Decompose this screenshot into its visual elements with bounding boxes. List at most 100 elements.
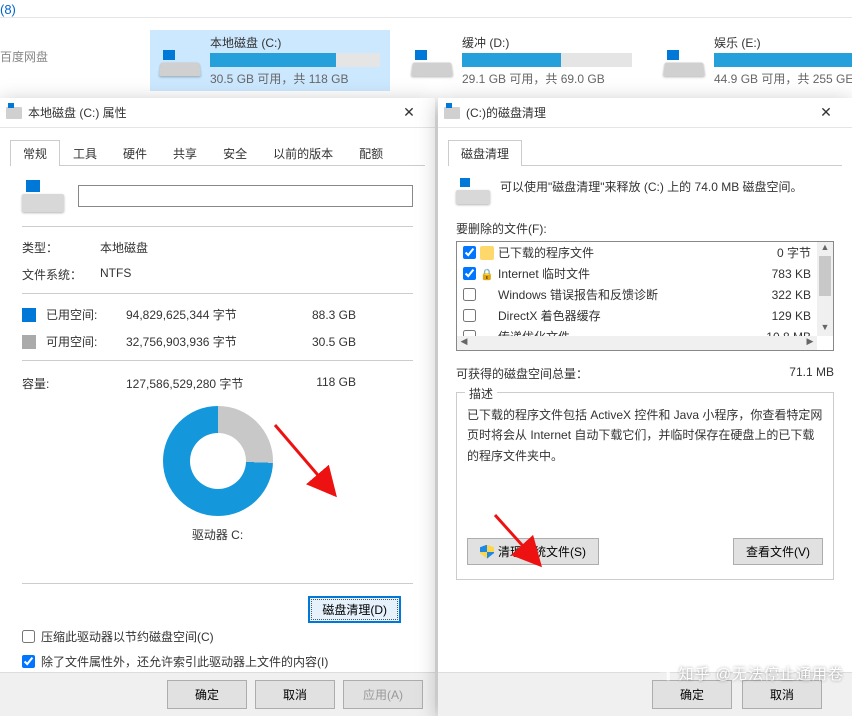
scroll-up-icon[interactable]: ▲	[817, 242, 833, 256]
cleanup-system-files-label: 清理系统文件(S)	[498, 543, 586, 560]
disk-cleanup-dialog: (C:)的磁盘清理 ✕ 磁盘清理 可以使用"磁盘清理"来释放 (C:) 上的 7…	[438, 98, 852, 716]
value-filesystem: NTFS	[100, 266, 131, 283]
scrollbar-vertical[interactable]: ▲ ▼	[817, 242, 833, 336]
dialog-title: (C:)的磁盘清理	[466, 104, 806, 121]
drive-big-icon	[456, 178, 490, 204]
tab-5[interactable]: 以前的版本	[260, 140, 346, 166]
drive-icon	[412, 46, 452, 76]
blank-icon	[480, 309, 494, 323]
ok-button[interactable]: 确定	[652, 680, 732, 709]
file-size: 0 字节	[777, 244, 811, 261]
cancel-button[interactable]: 取消	[255, 680, 335, 709]
file-size: 322 KB	[772, 288, 811, 302]
close-button[interactable]: ✕	[806, 104, 846, 121]
scroll-thumb[interactable]	[819, 256, 831, 296]
lock-icon	[480, 267, 494, 281]
volume-name-input[interactable]	[78, 185, 413, 207]
drive-icon	[6, 107, 22, 119]
file-list-item[interactable]: Internet 临时文件 783 KB	[457, 263, 817, 284]
label-filesystem: 文件系统：	[22, 266, 100, 283]
file-name: 传递优化文件	[498, 328, 762, 336]
close-button[interactable]: ✕	[389, 104, 429, 121]
cancel-button[interactable]: 取消	[742, 680, 822, 709]
drive-item[interactable]: 娱乐 (E:) 44.9 GB 可用，共 255 GE	[654, 30, 852, 91]
tab-6[interactable]: 配额	[346, 140, 396, 166]
capacity-bytes: 127,586,529,280 字节	[126, 375, 286, 392]
index-label: 除了文件属性外，还允许索引此驱动器上文件的内容(I)	[41, 653, 328, 670]
disk-cleanup-button[interactable]: 磁盘清理(D)	[308, 596, 401, 623]
divider	[22, 360, 413, 361]
drive-icon	[664, 46, 704, 76]
file-size: 783 KB	[772, 267, 811, 281]
dialog-title: 本地磁盘 (C:) 属性	[28, 104, 389, 121]
tab-cleanup[interactable]: 磁盘清理	[448, 140, 522, 166]
cleanup-intro-text: 可以使用"磁盘清理"来释放 (C:) 上的 74.0 MB 磁盘空间。	[500, 178, 803, 204]
drive-name: 缓冲 (D:)	[462, 34, 632, 51]
index-checkbox[interactable]	[22, 655, 35, 668]
label-free: 可用空间:	[46, 333, 126, 350]
gain-label: 可获得的磁盘空间总量：	[456, 365, 789, 382]
files-to-delete-label: 要删除的文件(F):	[456, 220, 834, 237]
scroll-left-icon[interactable]: ◀	[457, 336, 471, 347]
description-text: 已下载的程序文件包括 ActiveX 控件和 Java 小程序，你查看特定网页时…	[467, 405, 823, 466]
index-checkbox-row[interactable]: 除了文件属性外，还允许索引此驱动器上文件的内容(I)	[22, 653, 413, 670]
used-bytes: 94,829,625,344 字节	[126, 306, 286, 323]
compress-checkbox[interactable]	[22, 630, 35, 643]
properties-dialog: 本地磁盘 (C:) 属性 ✕ 常规工具硬件共享安全以前的版本配额 类型：本地磁盘…	[0, 98, 435, 716]
file-name: DirectX 着色器缓存	[498, 307, 768, 324]
drive-label: 驱动器 C:	[22, 526, 413, 543]
drive-name: 娱乐 (E:)	[714, 34, 852, 51]
drive-usage-bar	[714, 53, 852, 67]
scroll-right-icon[interactable]: ▶	[803, 336, 817, 347]
scrollbar-horizontal[interactable]: ◀ ▶	[457, 336, 817, 350]
file-checkbox[interactable]	[463, 246, 476, 259]
file-list-item[interactable]: Windows 错误报告和反馈诊断 322 KB	[457, 284, 817, 305]
drive-icon	[444, 107, 460, 119]
label-capacity: 容量:	[22, 375, 126, 392]
tab-4[interactable]: 安全	[210, 140, 260, 166]
device-count-label: (8)	[0, 2, 16, 17]
used-color-swatch	[22, 308, 36, 322]
file-list-item[interactable]: DirectX 着色器缓存 129 KB	[457, 305, 817, 326]
files-listbox[interactable]: 已下载的程序文件 0 字节 Internet 临时文件 783 KB Windo…	[456, 241, 834, 351]
drive-usage-text: 30.5 GB 可用，共 118 GB	[210, 70, 380, 87]
file-name: Internet 临时文件	[498, 265, 768, 282]
capacity-gb: 118 GB	[286, 375, 356, 392]
drive-name: 本地磁盘 (C:)	[210, 34, 380, 51]
tab-2[interactable]: 硬件	[110, 140, 160, 166]
drive-big-icon	[22, 180, 64, 212]
free-bytes: 32,756,903,936 字节	[126, 333, 286, 350]
used-gb: 88.3 GB	[286, 308, 356, 322]
free-color-swatch	[22, 335, 36, 349]
file-name: Windows 错误报告和反馈诊断	[498, 286, 768, 303]
divider	[22, 226, 413, 227]
compress-label: 压缩此驱动器以节约磁盘空间(C)	[41, 628, 214, 645]
tab-1[interactable]: 工具	[60, 140, 110, 166]
cleanup-system-files-button[interactable]: 清理系统文件(S)	[467, 538, 599, 565]
usage-donut-chart	[163, 406, 273, 516]
tab-0[interactable]: 常规	[10, 140, 60, 166]
label-type: 类型：	[22, 239, 100, 256]
compress-checkbox-row[interactable]: 压缩此驱动器以节约磁盘空间(C)	[22, 628, 413, 645]
scroll-down-icon[interactable]: ▼	[817, 322, 833, 336]
drive-icon	[160, 46, 200, 76]
apply-button[interactable]: 应用(A)	[343, 680, 423, 709]
ok-button[interactable]: 确定	[167, 680, 247, 709]
blank-icon	[480, 288, 494, 302]
tab-3[interactable]: 共享	[160, 140, 210, 166]
file-checkbox[interactable]	[463, 309, 476, 322]
file-checkbox[interactable]	[463, 288, 476, 301]
file-list-item[interactable]: 已下载的程序文件 0 字节	[457, 242, 817, 263]
free-gb: 30.5 GB	[286, 335, 356, 349]
file-name: 已下载的程序文件	[498, 244, 773, 261]
file-checkbox[interactable]	[463, 267, 476, 280]
drive-usage-text: 29.1 GB 可用，共 69.0 GB	[462, 70, 632, 87]
view-files-button[interactable]: 查看文件(V)	[733, 538, 823, 565]
description-legend: 描述	[465, 385, 497, 402]
drive-item[interactable]: 缓冲 (D:) 29.1 GB 可用，共 69.0 GB	[402, 30, 642, 91]
file-list-item[interactable]: 传递优化文件 10.8 MB	[457, 326, 817, 336]
drive-usage-bar	[210, 53, 380, 67]
gain-value: 71.1 MB	[789, 365, 834, 382]
drive-item[interactable]: 本地磁盘 (C:) 30.5 GB 可用，共 118 GB	[150, 30, 390, 91]
description-fieldset: 描述 已下载的程序文件包括 ActiveX 控件和 Java 小程序，你查看特定…	[456, 392, 834, 580]
